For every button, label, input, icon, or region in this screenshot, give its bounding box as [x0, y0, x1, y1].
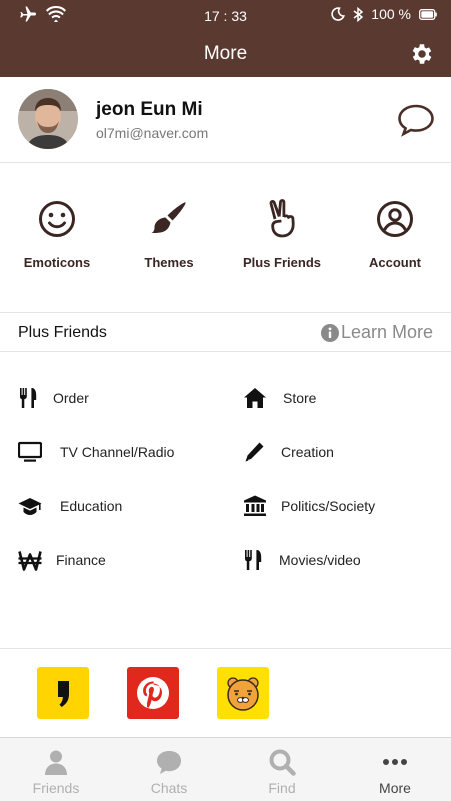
category-label: Order — [53, 390, 89, 406]
won-icon — [18, 551, 42, 571]
profile-name: jeon Eun Mi — [96, 99, 203, 120]
category-order[interactable]: Order — [18, 386, 89, 410]
category-store[interactable]: Store — [243, 386, 316, 410]
category-finance[interactable]: Finance — [18, 548, 106, 572]
monitor-icon — [18, 441, 42, 462]
chat-bubble-icon[interactable] — [397, 103, 435, 137]
emoticons-button[interactable]: Emoticons — [1, 199, 113, 270]
category-label: Education — [60, 498, 123, 514]
search-icon — [269, 749, 296, 776]
utensils-icon — [245, 550, 262, 570]
themes-button[interactable]: Themes — [113, 199, 225, 270]
chat-icon — [157, 751, 181, 774]
profile-email: ol7mi@naver.com — [96, 125, 209, 141]
learn-more-link[interactable]: Learn More — [320, 322, 433, 343]
emoticons-label: Emoticons — [23, 255, 91, 270]
tab-label: Find — [268, 780, 296, 796]
plus-friends-label: Plus Friends — [242, 255, 322, 270]
themes-label: Themes — [144, 255, 194, 270]
tab-more[interactable]: More — [339, 748, 451, 796]
top-bar: 17 : 33 100 % More — [0, 0, 451, 77]
category-label: Politics/Society — [281, 498, 376, 514]
category-creation[interactable]: Creation — [243, 440, 334, 464]
person-icon — [45, 750, 67, 775]
institution-icon — [244, 495, 266, 516]
graduation-cap-icon — [18, 498, 42, 515]
learn-more-label: Learn More — [340, 322, 433, 342]
page-title: More — [203, 43, 248, 64]
profile-section[interactable]: jeon Eun Mi ol7mi@naver.com — [0, 77, 451, 163]
tab-label: More — [379, 780, 411, 796]
plus-friends-header: Plus Friends Learn More — [0, 313, 451, 352]
more-dots-icon — [383, 759, 407, 765]
category-education[interactable]: Education — [18, 494, 122, 518]
info-icon — [320, 323, 339, 342]
smiley-icon — [39, 201, 75, 237]
kakao-ryan-icon[interactable] — [217, 667, 269, 719]
tab-friends[interactable]: Friends — [0, 748, 112, 796]
tab-label: Friends — [32, 780, 80, 796]
divider — [0, 648, 451, 649]
account-label: Account — [369, 255, 421, 270]
plus-friends-button[interactable]: Plus Friends — [226, 199, 338, 270]
category-label: Store — [283, 390, 317, 406]
account-button[interactable]: Account — [339, 199, 451, 270]
quick-actions: Emoticons Themes Plus Friends Account — [0, 163, 451, 313]
category-label: Finance — [56, 552, 106, 568]
utensils-icon — [20, 388, 37, 408]
battery-percent: 100 % — [371, 6, 411, 22]
moon-icon — [331, 7, 346, 21]
category-label: Movies/video — [279, 552, 361, 568]
battery-icon — [419, 8, 437, 20]
user-circle-icon — [377, 201, 413, 237]
status-bar: 17 : 33 100 % — [0, 0, 451, 32]
category-label: TV Channel/Radio — [60, 444, 175, 460]
category-politics-society[interactable]: Politics/Society — [243, 494, 375, 518]
tab-find[interactable]: Find — [226, 748, 338, 796]
pinterest-icon[interactable] — [127, 667, 179, 719]
plus-friends-title: Plus Friends — [18, 324, 107, 341]
category-movies-video[interactable]: Movies/video — [243, 548, 361, 572]
pencil-icon — [245, 442, 264, 462]
category-label: Creation — [281, 444, 334, 460]
peace-hand-icon — [269, 199, 295, 238]
bluetooth-icon — [353, 6, 364, 22]
tab-bar: Friends Chats Find More — [0, 737, 451, 801]
kakaopage-icon[interactable] — [37, 667, 89, 719]
paintbrush-icon — [151, 202, 186, 233]
category-tv-channel-radio[interactable]: TV Channel/Radio — [18, 440, 174, 464]
tab-label: Chats — [150, 780, 188, 796]
tab-chats[interactable]: Chats — [113, 748, 225, 796]
home-icon — [244, 388, 266, 408]
gear-icon[interactable] — [409, 41, 435, 67]
avatar[interactable] — [18, 89, 78, 149]
